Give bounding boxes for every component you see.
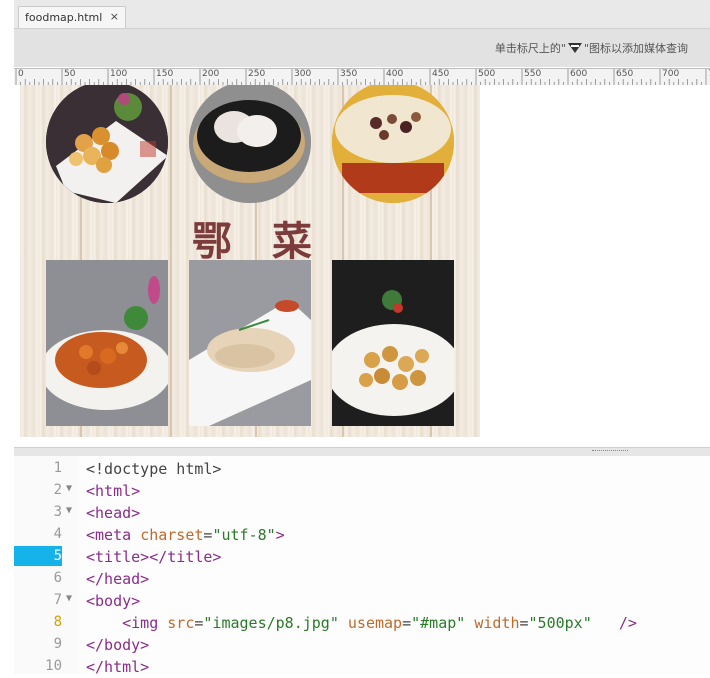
ruler-label: 150 xyxy=(156,69,174,79)
ruler-label: 100 xyxy=(110,69,128,79)
ruler-label: 50 xyxy=(64,69,76,79)
ruler-label: 300 xyxy=(294,69,312,79)
line-number: 2 xyxy=(53,482,62,498)
ruler-label: 500 xyxy=(478,69,496,79)
tab-label: foodmap.html xyxy=(25,11,103,24)
code-token: width xyxy=(474,614,520,632)
line-number: 6 xyxy=(53,570,62,586)
code-token: src xyxy=(167,614,195,632)
ruler-label: 450 xyxy=(432,69,450,79)
code-token: <!doctype html> xyxy=(86,460,222,478)
code-line[interactable]: 4 <meta charset="utf-8"> xyxy=(14,524,710,546)
dish-circle-1[interactable] xyxy=(46,85,168,203)
left-edge xyxy=(0,0,14,674)
code-text: </html> xyxy=(86,658,149,676)
code-line[interactable]: 7 ▼ <body> xyxy=(14,590,710,612)
code-text: <meta charset="utf-8"> xyxy=(86,526,285,544)
code-line[interactable]: 9 </body> xyxy=(14,634,710,656)
line-number: 8 xyxy=(53,614,62,630)
line-number: 5 xyxy=(14,546,62,566)
ruler-label: 350 xyxy=(340,69,358,79)
splitter-grip[interactable] xyxy=(592,450,628,453)
fold-arrow-icon[interactable]: ▼ xyxy=(66,505,72,516)
code-line[interactable]: 3 ▼ <head> xyxy=(14,502,710,524)
hint-text-before: 单击标尺上的" xyxy=(494,42,566,55)
code-text: <body> xyxy=(86,592,140,610)
code-line[interactable]: 2 ▼ <html> xyxy=(14,480,710,502)
ruler-label: 700 xyxy=(662,69,680,79)
dish-square-2[interactable] xyxy=(189,260,311,426)
line-number: 4 xyxy=(53,526,62,542)
code-token: charset xyxy=(140,526,204,544)
ruler-label: 0 xyxy=(18,69,24,79)
code-line[interactable]: 10 </html> xyxy=(14,656,710,678)
code-token: </html> xyxy=(86,658,150,676)
ruler-label: 200 xyxy=(202,69,220,79)
poster-title-char-1: 鄂 xyxy=(192,218,232,265)
media-query-hint: 单击标尺上的" "图标以添加媒体查询 xyxy=(495,40,688,56)
code-token: "500px" xyxy=(528,614,592,632)
code-token: <html> xyxy=(86,482,141,500)
code-token: = xyxy=(519,614,529,632)
code-text: </body> xyxy=(86,636,149,654)
design-canvas[interactable]: 鄂 菜 xyxy=(14,85,710,447)
code-line[interactable]: 6 </head> xyxy=(14,568,710,590)
code-token: "images/p8.jpg" xyxy=(203,614,339,632)
fold-arrow-icon[interactable]: ▼ xyxy=(66,593,72,604)
line-number: 7 xyxy=(53,592,62,608)
dish-square-1[interactable] xyxy=(46,260,168,426)
code-text: <title></title> xyxy=(86,548,221,566)
code-line[interactable]: 1 <!doctype html> xyxy=(14,458,710,480)
code-token: <img xyxy=(122,614,168,632)
code-token: <head> xyxy=(86,504,141,522)
code-text: <!doctype html> xyxy=(86,460,221,478)
code-editor[interactable]: 1 <!doctype html> 2 ▼ <html> 3 ▼ <head> 4 <meta c… xyxy=(14,456,710,676)
media-query-bar: 单击标尺上的" "图标以添加媒体查询 xyxy=(14,29,710,67)
dish-circle-2[interactable] xyxy=(189,85,311,203)
code-token: <title></title> xyxy=(86,548,222,566)
code-text: <html> xyxy=(86,482,140,500)
code-token: <body> xyxy=(86,592,141,610)
code-token: </body> xyxy=(86,636,150,654)
code-line[interactable]: 5 <title></title> xyxy=(14,546,710,568)
ruler-label: 600 xyxy=(570,69,588,79)
dish-square-3[interactable] xyxy=(332,260,454,426)
hint-text-after: "图标以添加媒体查询 xyxy=(583,42,688,55)
code-token: </head> xyxy=(86,570,150,588)
line-number: 10 xyxy=(45,658,62,674)
code-token: /> xyxy=(618,614,637,632)
line-number: 1 xyxy=(53,460,62,476)
close-icon[interactable]: × xyxy=(110,10,119,23)
line-number: 3 xyxy=(53,504,62,520)
code-token: "#map" xyxy=(411,614,466,632)
code-text: <img src="images/p8.jpg" usemap="#map" w… xyxy=(86,614,637,632)
code-token: <meta xyxy=(86,526,141,544)
code-token: = xyxy=(402,614,412,632)
code-token: "utf-8" xyxy=(212,526,276,544)
poster-title-char-2: 菜 xyxy=(272,218,312,265)
food-map-image[interactable]: 鄂 菜 xyxy=(20,85,480,437)
line-number: 9 xyxy=(53,636,62,652)
dish-circle-3[interactable] xyxy=(332,85,454,203)
horizontal-ruler[interactable]: 0 50 100 150 200 250 300 350 400 450 500 550 600 650 7… xyxy=(14,68,710,86)
ruler-label: 250 xyxy=(248,69,266,79)
code-text: <head> xyxy=(86,504,140,522)
code-token: > xyxy=(275,526,285,544)
ruler-label: 400 xyxy=(386,69,404,79)
code-token: usemap xyxy=(347,614,403,632)
code-line[interactable]: 8 <img src="images/p8.jpg" usemap="#map"… xyxy=(14,612,710,634)
document-tab-bar: foodmap.html × xyxy=(14,0,710,29)
ruler-label: 550 xyxy=(524,69,542,79)
media-query-icon xyxy=(567,43,582,53)
document-tab[interactable]: foodmap.html × xyxy=(18,6,126,28)
ruler-label: 650 xyxy=(616,69,634,79)
fold-arrow-icon[interactable]: ▼ xyxy=(66,483,72,494)
code-text: </head> xyxy=(86,570,149,588)
